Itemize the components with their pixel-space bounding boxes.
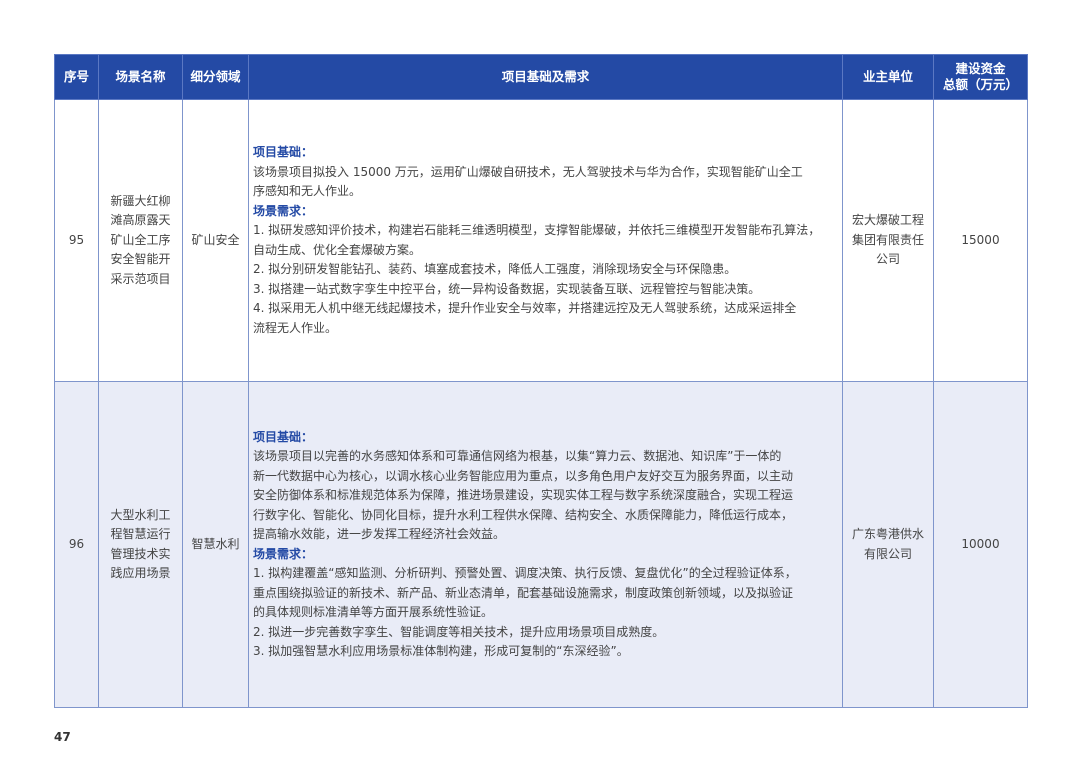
header-owner: 业主单位: [842, 54, 934, 100]
project-table: 序号 场景名称 细分领域 项目基础及需求 业主单位 建设资金 总额（万元） 95…: [54, 54, 1028, 708]
cell-owner: 宏大爆破工程 集团有限责任 公司: [842, 99, 934, 382]
scene-name-line: 践应用场景: [110, 566, 171, 580]
header-investment: 建设资金 总额（万元）: [933, 54, 1028, 100]
basis-line: 该场景项目拟投入 15000 万元，运用矿山爆破自研技术，无人驾驶技术与华为合作…: [253, 164, 803, 179]
demand-line: 2. 拟分别研发智能钻孔、装药、填塞成套技术，降低人工强度，消除现场安全与环保隐…: [253, 262, 737, 276]
header-investment-line1: 建设资金: [955, 61, 1006, 76]
basis-line: 安全防御体系和标准规范体系为保障，推进场景建设，实现实体工程与数字系统深度融合，…: [253, 488, 794, 502]
owner-line: 宏大爆破工程: [851, 213, 924, 228]
basis-title: 项目基础：: [253, 145, 314, 159]
scene-name-line: 滩高原露天: [110, 213, 171, 228]
owner-line: 集团有限责任: [851, 232, 924, 247]
demand-line: 1. 拟研发感知评价技术，构建岩石能耗三维透明模型，支撑智能爆破，并依托三维模型…: [253, 223, 821, 237]
scene-name-line: 新疆大红柳: [110, 193, 171, 208]
demand-line: 流程无人作业。: [253, 320, 338, 335]
demand-line: 4. 拟采用无人机中继无线起爆技术，提升作业安全与效率，并搭建远控及无人驾驶系统…: [253, 301, 797, 315]
scene-name-line: 采示范项目: [110, 271, 171, 286]
page-number: 47: [54, 730, 71, 744]
scene-name-line: 安全智能开: [110, 252, 171, 267]
basis-line: 序感知和无人作业。: [253, 184, 362, 198]
basis-line: 新一代数据中心为核心，以调水核心业务智能应用为重点，以多角色用户友好交互为服务界…: [253, 468, 794, 483]
owner-line: 广东粤港供水: [851, 527, 924, 541]
owner-line: 有限公司: [863, 546, 912, 561]
cell-field: 矿山安全: [182, 99, 249, 382]
basis-title: 项目基础：: [253, 429, 314, 444]
demand-line: 3. 拟搭建一站式数字孪生中控平台，统一异构设备数据，实现装备互联、远程管控与智…: [253, 281, 761, 296]
owner-line: 公司: [875, 252, 900, 267]
cell-investment: 15000: [933, 99, 1028, 382]
basis-line: 行数字化、智能化、协同化目标，提升水利工程供水保障、结构安全、水质保障能力，降低…: [253, 507, 794, 522]
basis-line: 该场景项目以完善的水务感知体系和可靠通信网络为根基，以集“算力云、数据池、知识库…: [253, 449, 782, 463]
cell-seq: 96: [54, 381, 99, 708]
cell-scene-name: 新疆大红柳 滩高原露天 矿山全工序 安全智能开 采示范项目: [98, 99, 183, 382]
cell-investment: 10000: [933, 381, 1028, 708]
scene-name-line: 矿山全工序: [110, 232, 171, 247]
cell-field: 智慧水利: [182, 381, 249, 708]
basis-line: 提高输水效能，进一步发挥工程经济社会效益。: [253, 527, 506, 541]
demand-line: 2. 拟进一步完善数字孪生、智能调度等相关技术，提升应用场景项目成熟度。: [253, 624, 665, 639]
header-field: 细分领域: [182, 54, 249, 100]
cell-seq: 95: [54, 99, 99, 382]
demand-line: 的具体规则标准清单等方面开展系统性验证。: [253, 605, 494, 619]
demand-line: 自动生成、优化全套爆破方案。: [253, 242, 422, 257]
demand-title: 场景需求：: [253, 203, 314, 218]
table-row: 95 新疆大红柳 滩高原露天 矿山全工序 安全智能开 采示范项目 矿山安全 项目…: [54, 99, 1028, 382]
header-investment-line2: 总额（万元）: [942, 77, 1018, 92]
scene-name-line: 大型水利工: [110, 507, 171, 522]
header-seq: 序号: [54, 54, 99, 100]
cell-basis: 项目基础： 该场景项目拟投入 15000 万元，运用矿山爆破自研技术，无人驾驶技…: [248, 99, 843, 382]
demand-line: 重点围绕拟验证的新技术、新产品、新业态清单，配套基础设施需求，制度政策创新领域，…: [253, 585, 794, 600]
demand-line: 3. 拟加强智慧水利应用场景标准体制构建，形成可复制的“东深经验”。: [253, 644, 629, 658]
table-header-row: 序号 场景名称 细分领域 项目基础及需求 业主单位 建设资金 总额（万元）: [54, 54, 1028, 100]
demand-title: 场景需求：: [253, 546, 314, 561]
scene-name-line: 程智慧运行: [110, 527, 171, 541]
cell-scene-name: 大型水利工 程智慧运行 管理技术实 践应用场景: [98, 381, 183, 708]
scene-name-line: 管理技术实: [110, 546, 171, 561]
demand-line: 1. 拟构建覆盖“感知监测、分析研判、预警处置、调度决策、执行反馈、复盘优化”的…: [253, 566, 797, 580]
cell-basis: 项目基础： 该场景项目以完善的水务感知体系和可靠通信网络为根基，以集“算力云、数…: [248, 381, 843, 708]
header-basis: 项目基础及需求: [248, 54, 843, 100]
cell-owner: 广东粤港供水 有限公司: [842, 381, 934, 708]
header-scene-name: 场景名称: [98, 54, 183, 100]
table-row: 96 大型水利工 程智慧运行 管理技术实 践应用场景 智慧水利 项目基础： 该场…: [54, 381, 1028, 708]
